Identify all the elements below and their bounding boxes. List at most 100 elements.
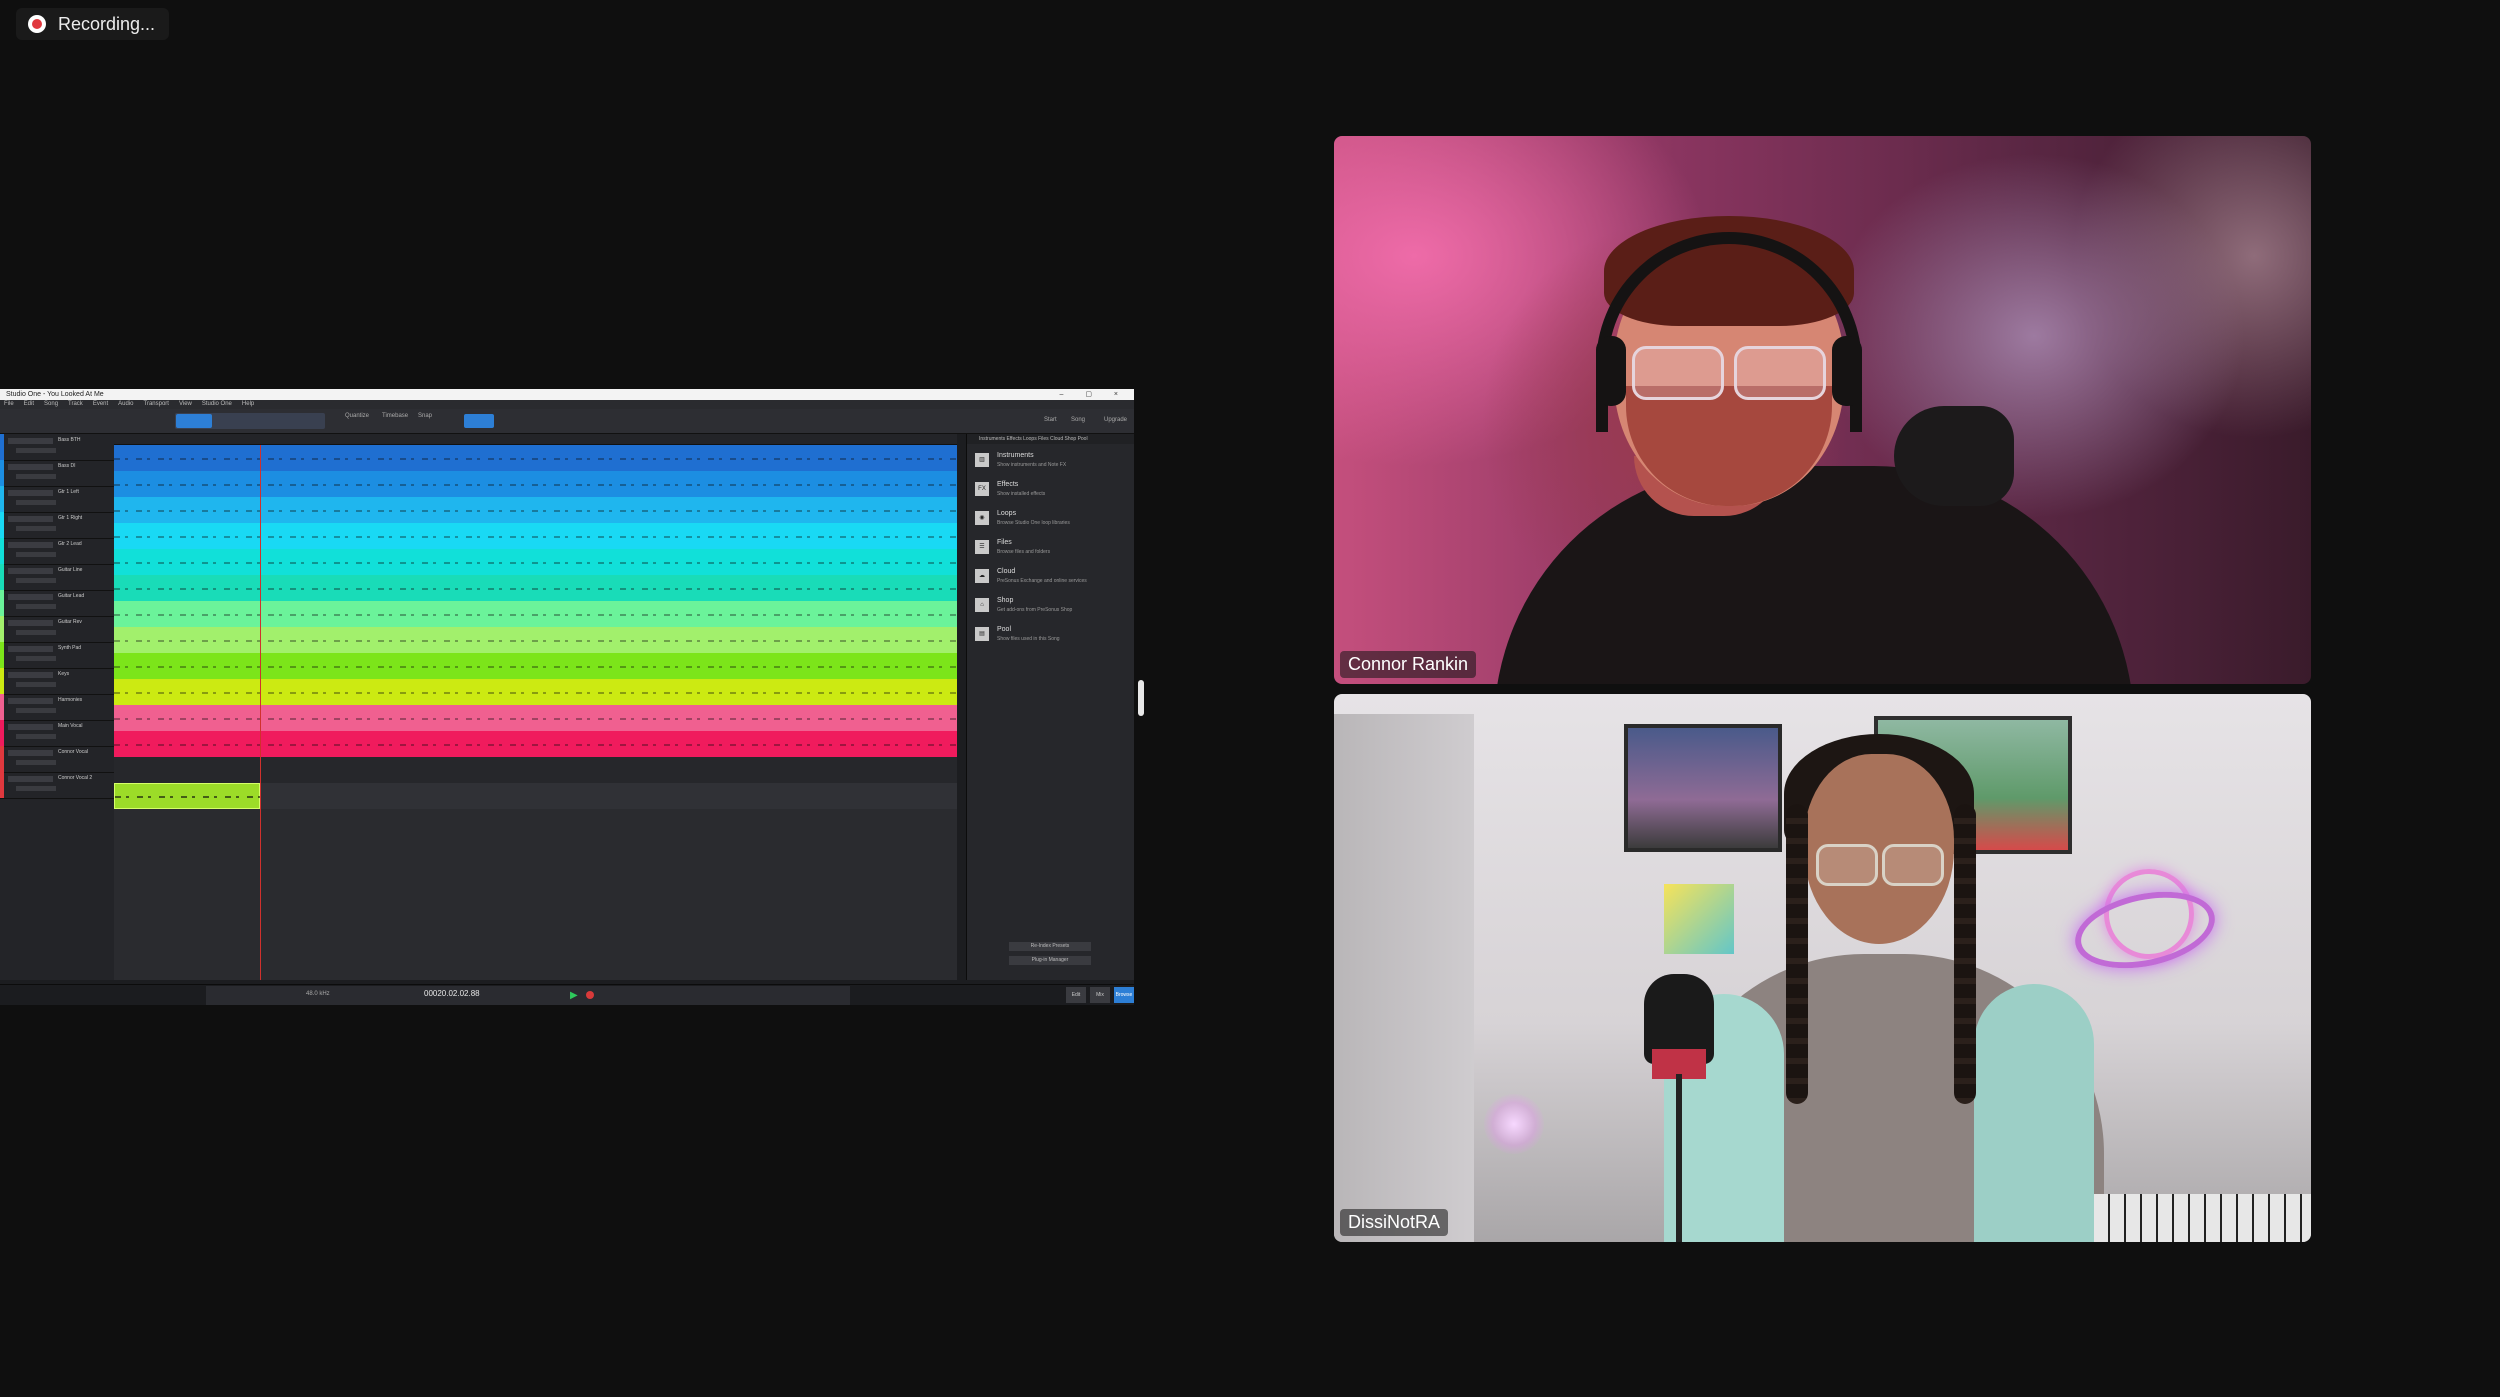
- audio-clip[interactable]: [114, 679, 957, 705]
- track-input[interactable]: [16, 552, 56, 557]
- window-controls[interactable]: – ▢ ×: [1060, 389, 1128, 400]
- track-buttons[interactable]: [8, 776, 53, 782]
- audio-clip[interactable]: [114, 575, 957, 601]
- menu-file[interactable]: File: [4, 400, 14, 409]
- track-buttons[interactable]: [8, 724, 53, 730]
- track-buttons[interactable]: [8, 750, 53, 756]
- track-buttons[interactable]: [8, 568, 53, 574]
- browser-item-files[interactable]: ☰ Files Browse files and folders: [975, 537, 1125, 561]
- browse-view-button[interactable]: Browse: [1114, 987, 1134, 1003]
- browser-item-cloud[interactable]: ☁ Cloud PreSonus Exchange and online servi…: [975, 566, 1125, 590]
- track-input[interactable]: [16, 786, 56, 791]
- track-buttons[interactable]: [8, 464, 53, 470]
- track-buttons[interactable]: [8, 490, 53, 496]
- audio-clip[interactable]: [114, 601, 957, 627]
- track-input[interactable]: [16, 630, 56, 635]
- browser-tabs[interactable]: Instruments Effects Loops Files Cloud Sh…: [967, 434, 1134, 444]
- track-input[interactable]: [16, 734, 56, 739]
- shared-screen[interactable]: Studio One - You Looked At Me – ▢ × File…: [0, 389, 1134, 1005]
- track-header[interactable]: Guitar Lead: [0, 590, 114, 617]
- track-header[interactable]: Bass DI: [0, 460, 114, 487]
- track-header[interactable]: Bass BTH: [0, 434, 114, 461]
- track-input[interactable]: [16, 448, 56, 453]
- browser-item-effects[interactable]: FX Effects Show installed effects: [975, 479, 1125, 503]
- time-display[interactable]: 00020.02.02.88: [424, 989, 480, 998]
- share-scrollbar[interactable]: [1138, 680, 1144, 716]
- track-input[interactable]: [16, 708, 56, 713]
- empty-lane[interactable]: [114, 757, 957, 783]
- menu-audio[interactable]: Audio: [118, 400, 133, 409]
- recording-indicator[interactable]: Recording...: [16, 8, 170, 40]
- track-header[interactable]: Gtr 2 Lead: [0, 538, 114, 565]
- track-header[interactable]: Guitar Line: [0, 564, 114, 591]
- track-input[interactable]: [16, 656, 56, 661]
- browser-item-pool[interactable]: ▤ Pool Show files used in this Song: [975, 624, 1125, 648]
- track-header[interactable]: Connor Vocal: [0, 746, 114, 773]
- audio-clip[interactable]: [114, 497, 957, 523]
- track-header[interactable]: Synth Pad: [0, 642, 114, 669]
- playhead[interactable]: [260, 445, 261, 980]
- start-button[interactable]: Start: [1044, 417, 1057, 423]
- menu-event[interactable]: Event: [93, 400, 108, 409]
- menu-transport[interactable]: Transport: [144, 400, 169, 409]
- play-icon[interactable]: ▶: [570, 990, 578, 1001]
- track-input[interactable]: [16, 474, 56, 479]
- recorded-clip[interactable]: [114, 783, 261, 809]
- arrow-tool-button[interactable]: [176, 414, 212, 428]
- track-buttons[interactable]: [8, 620, 53, 626]
- track-buttons[interactable]: [8, 698, 53, 704]
- snap-toggle[interactable]: [464, 414, 494, 428]
- audio-clip[interactable]: [114, 731, 957, 757]
- arrange-view[interactable]: [114, 445, 957, 980]
- track-buttons[interactable]: [8, 594, 53, 600]
- record-button[interactable]: [586, 991, 594, 999]
- timeline-ruler[interactable]: [114, 434, 957, 445]
- track-buttons[interactable]: [8, 672, 53, 678]
- track-input[interactable]: [16, 604, 56, 609]
- timebase-label[interactable]: Timebase: [382, 413, 408, 419]
- track-header[interactable]: Gtr 1 Left: [0, 486, 114, 513]
- track-header[interactable]: Main Vocal: [0, 720, 114, 747]
- quantize-label[interactable]: Quantize: [345, 413, 369, 419]
- audio-clip[interactable]: [114, 445, 957, 471]
- track-input[interactable]: [16, 682, 56, 687]
- video-tile-dissinotra[interactable]: DissiNotRA: [1334, 694, 2311, 1242]
- menu-studio-one[interactable]: Studio One: [202, 400, 232, 409]
- reindex-presets-button[interactable]: Re-Index Presets: [1009, 942, 1091, 951]
- audio-clip[interactable]: [114, 627, 957, 653]
- menu-track[interactable]: Track: [68, 400, 83, 409]
- edit-view-button[interactable]: Edit: [1066, 987, 1086, 1003]
- glasses-left-lens: [1816, 844, 1878, 886]
- browser-item-instruments[interactable]: ▥ Instruments Show instruments and Note FX: [975, 450, 1125, 474]
- menu-view[interactable]: View: [179, 400, 192, 409]
- track-header[interactable]: Gtr 1 Right: [0, 512, 114, 539]
- track-header[interactable]: Guitar Rev: [0, 616, 114, 643]
- browser-item-loops[interactable]: ◉ Loops Browse Studio One loop libraries: [975, 508, 1125, 532]
- track-buttons[interactable]: [8, 516, 53, 522]
- browser-item-shop[interactable]: ⌂ Shop Get add-ons from PreSonus Shop: [975, 595, 1125, 619]
- menu-edit[interactable]: Edit: [24, 400, 34, 409]
- audio-clip[interactable]: [114, 653, 957, 679]
- upgrade-button[interactable]: Upgrade: [1104, 417, 1127, 423]
- audio-clip[interactable]: [114, 523, 957, 549]
- audio-clip[interactable]: [114, 471, 957, 497]
- audio-clip[interactable]: [114, 705, 957, 731]
- track-header[interactable]: Harmonies: [0, 694, 114, 721]
- snap-label[interactable]: Snap: [418, 413, 432, 419]
- track-input[interactable]: [16, 500, 56, 505]
- song-button[interactable]: Song: [1071, 417, 1085, 423]
- track-buttons[interactable]: [8, 438, 53, 444]
- track-buttons[interactable]: [8, 542, 53, 548]
- track-input[interactable]: [16, 578, 56, 583]
- menu-help[interactable]: Help: [242, 400, 254, 409]
- track-buttons[interactable]: [8, 646, 53, 652]
- track-header[interactable]: Keys: [0, 668, 114, 695]
- track-header[interactable]: Connor Vocal 2: [0, 772, 114, 799]
- menu-song[interactable]: Song: [44, 400, 58, 409]
- mix-view-button[interactable]: Mix: [1090, 987, 1110, 1003]
- audio-clip[interactable]: [114, 549, 957, 575]
- track-input[interactable]: [16, 526, 56, 531]
- plugin-manager-button[interactable]: Plug-in Manager: [1009, 956, 1091, 965]
- video-tile-connor[interactable]: Connor Rankin: [1334, 136, 2311, 684]
- track-input[interactable]: [16, 760, 56, 765]
